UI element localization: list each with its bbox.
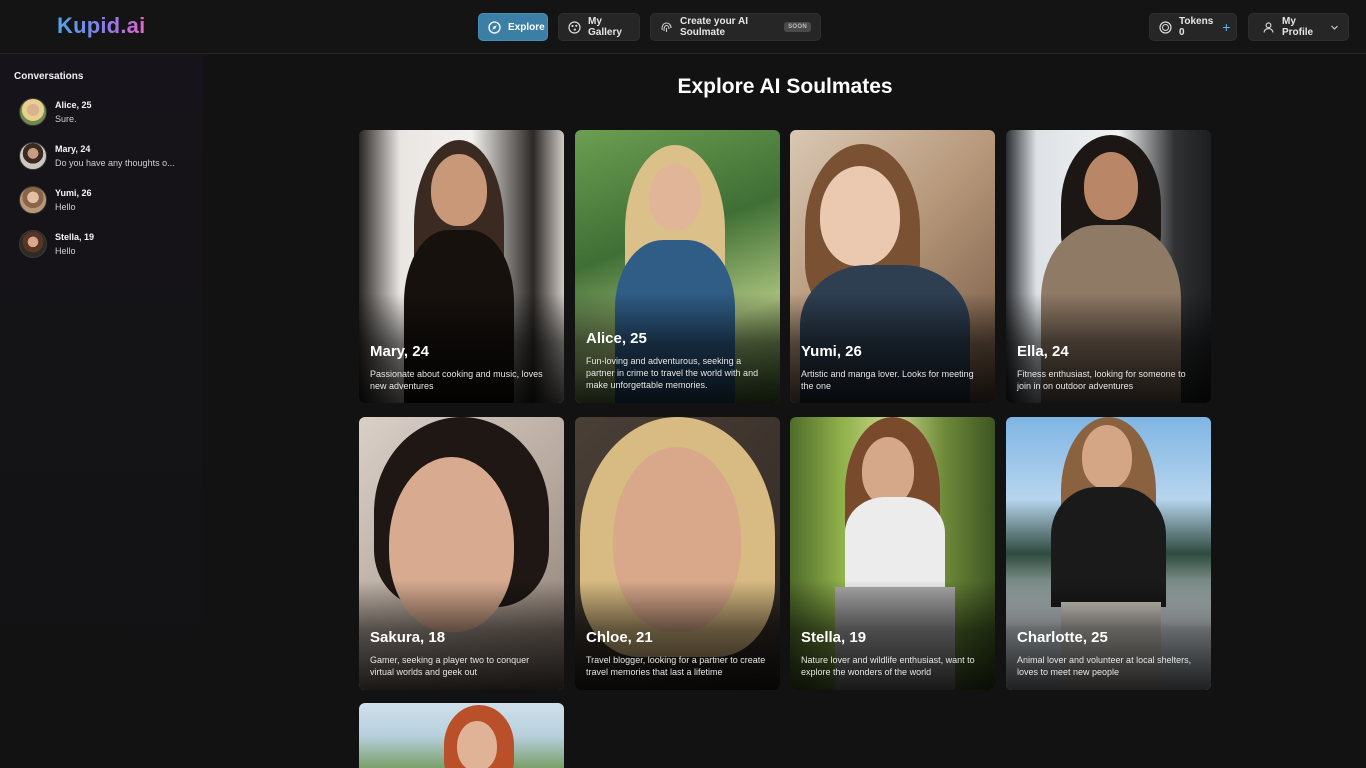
character-description: Travel blogger, looking for a partner to… — [586, 655, 766, 677]
gallery-icon — [568, 20, 581, 34]
character-card-yumi[interactable]: Yumi, 26 Artistic and manga lover. Looks… — [790, 130, 995, 403]
tokens-label: Tokens 0 — [1179, 16, 1214, 38]
explore-button[interactable]: Explore — [478, 13, 548, 41]
character-card-ella[interactable]: Ella, 24 Fitness enthusiast, looking for… — [1006, 130, 1211, 403]
character-name: Chloe, 21 — [586, 629, 653, 646]
conversation-last-message: Hello — [55, 246, 76, 256]
avatar — [19, 98, 47, 126]
conversation-item-mary[interactable]: Mary, 24 Do you have any thoughts o... — [19, 142, 199, 176]
conversation-last-message: Hello — [55, 202, 76, 212]
character-card-charlotte[interactable]: Charlotte, 25 Animal lover and volunteer… — [1006, 417, 1211, 690]
conversation-last-message: Do you have any thoughts o... — [55, 158, 175, 168]
character-name: Charlotte, 25 — [1017, 629, 1108, 646]
character-card-sakura[interactable]: Sakura, 18 Gamer, seeking a player two t… — [359, 417, 564, 690]
coin-icon — [1159, 20, 1172, 34]
character-card-stella[interactable]: Stella, 19 Nature lover and wildlife ent… — [790, 417, 995, 690]
my-profile-label: My Profile — [1282, 16, 1314, 38]
user-icon — [1262, 21, 1275, 34]
explore-label: Explore — [508, 21, 545, 33]
character-description: Passionate about cooking and music, love… — [370, 369, 543, 391]
conversation-name: Yumi, 26 — [55, 188, 92, 198]
create-soulmate-button[interactable]: Create your AI Soulmate SOON — [650, 13, 821, 41]
conversations-sidebar: Conversations Alice, 25 Sure. Mary, 24 D… — [0, 55, 203, 768]
character-description: Fitness enthusiast, looking for someone … — [1017, 369, 1186, 391]
top-header: Kupid.ai Explore My Gallery Create your … — [0, 0, 1366, 54]
my-profile-button[interactable]: My Profile — [1248, 13, 1349, 41]
character-name: Yumi, 26 — [801, 343, 862, 360]
character-description: Animal lover and volunteer at local shel… — [1017, 655, 1192, 677]
conversation-item-yumi[interactable]: Yumi, 26 Hello — [19, 186, 199, 220]
character-card-mary[interactable]: Mary, 24 Passionate about cooking and mu… — [359, 130, 564, 403]
page-title: Explore AI Soulmates — [677, 75, 893, 98]
my-gallery-button[interactable]: My Gallery — [558, 13, 640, 41]
conversations-title: Conversations — [14, 71, 84, 82]
soon-badge: SOON — [784, 22, 811, 32]
tokens-button[interactable]: Tokens 0 + — [1149, 13, 1237, 41]
character-card-partial[interactable] — [359, 703, 564, 768]
create-soulmate-label: Create your AI Soulmate — [680, 16, 748, 38]
conversation-name: Stella, 19 — [55, 232, 95, 242]
conversation-name: Alice, 25 — [55, 100, 92, 110]
character-name: Alice, 25 — [586, 330, 647, 347]
conversation-name: Mary, 24 — [55, 144, 91, 154]
conversation-item-stella[interactable]: Stella, 19 Hello — [19, 230, 199, 264]
conversation-item-alice[interactable]: Alice, 25 Sure. — [19, 98, 199, 132]
fingerprint-icon — [660, 21, 673, 34]
character-description: Fun-loving and adventurous, seeking a pa… — [586, 356, 759, 390]
character-card-chloe[interactable]: Chloe, 21 Travel blogger, looking for a … — [575, 417, 780, 690]
character-card-alice[interactable]: Alice, 25 Fun-loving and adventurous, se… — [575, 130, 780, 403]
compass-icon — [488, 20, 501, 34]
character-description: Gamer, seeking a player two to conquer v… — [370, 655, 530, 677]
character-name: Ella, 24 — [1017, 343, 1069, 360]
chevron-down-icon — [1330, 23, 1339, 32]
my-gallery-label: My Gallery — [588, 16, 622, 38]
character-name: Mary, 24 — [370, 343, 429, 360]
logo[interactable]: Kupid.ai — [57, 13, 145, 39]
add-tokens-icon[interactable]: + — [1222, 19, 1230, 35]
avatar — [19, 186, 47, 214]
character-name: Sakura, 18 — [370, 629, 446, 646]
avatar — [19, 142, 47, 170]
character-description: Artistic and manga lover. Looks for meet… — [801, 369, 974, 391]
conversation-last-message: Sure. — [55, 114, 77, 124]
character-name: Stella, 19 — [801, 629, 867, 646]
character-description: Nature lover and wildlife enthusiast, wa… — [801, 655, 975, 677]
avatar — [19, 230, 47, 258]
